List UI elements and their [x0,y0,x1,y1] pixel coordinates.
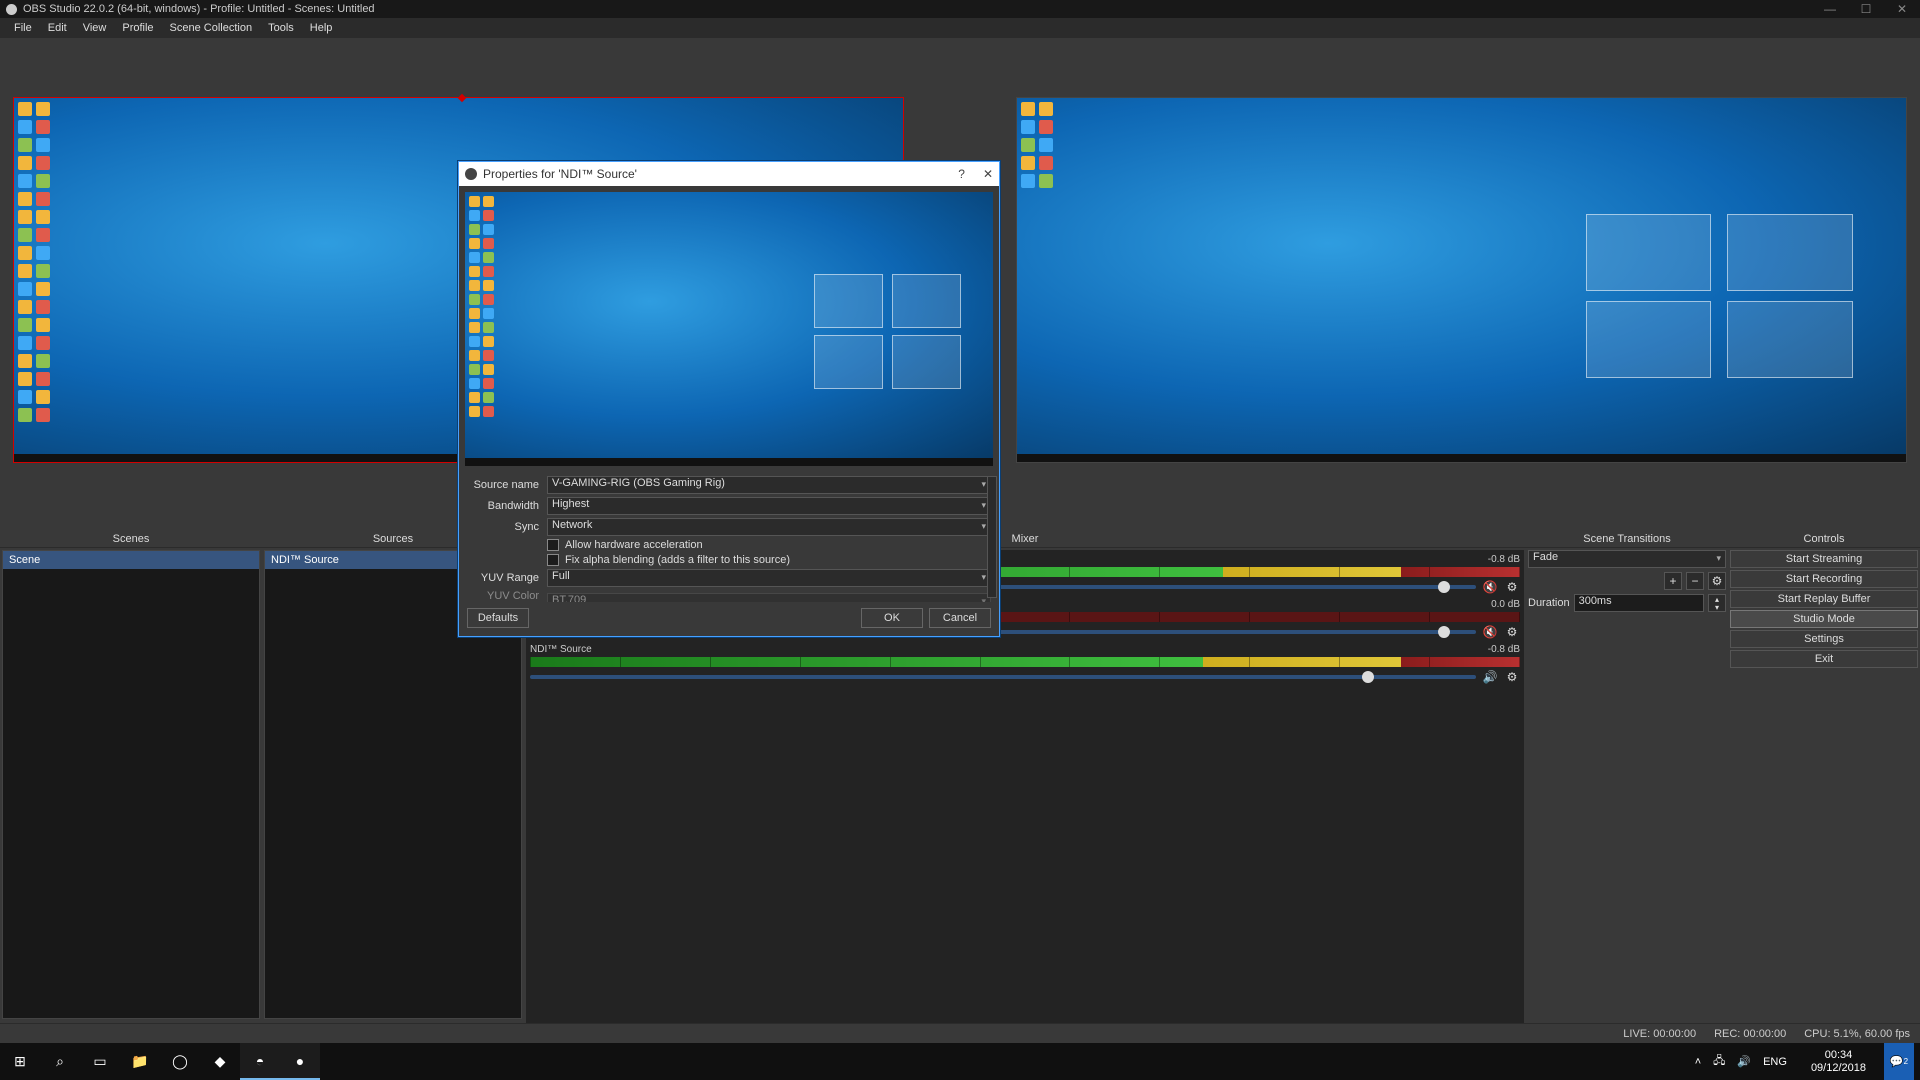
search-button[interactable]: ⌕ [40,1043,80,1080]
start-replay-button[interactable]: Start Replay Buffer [1730,590,1918,608]
obs-icon [6,4,17,15]
window-title: OBS Studio 22.0.2 (64-bit, windows) - Pr… [23,3,375,15]
hw-accel-checkbox[interactable] [547,539,559,551]
hw-accel-label: Allow hardware acceleration [565,539,703,551]
channel-name: NDI™ Source [530,644,592,655]
channel-db: -0.8 dB [1488,554,1520,565]
speaker-icon[interactable]: 🔊 [1482,669,1498,685]
menu-edit[interactable]: Edit [40,20,75,36]
dialog-preview [465,192,993,466]
controls-header: Controls [1728,530,1920,548]
dialog-titlebar[interactable]: Properties for 'NDI™ Source' ? ✕ [459,162,999,186]
scenes-list[interactable]: Scene [2,550,260,1019]
audio-meter [530,657,1520,667]
status-live: LIVE: 00:00:00 [1623,1028,1696,1040]
yuv-range-label: YUV Range [467,572,539,584]
transition-select[interactable]: Fade▾ [1528,550,1726,568]
duration-label: Duration [1528,597,1570,609]
alpha-label: Fix alpha blending (adds a filter to thi… [565,554,790,566]
preview-right[interactable] [960,38,1920,530]
transitions-header: Scene Transitions [1526,530,1728,548]
volume-slider[interactable] [530,675,1476,679]
obs-taskbar-icon[interactable]: ● [280,1043,320,1080]
transition-add-button[interactable]: + [1664,572,1682,590]
start-button[interactable]: ⊞ [0,1043,40,1080]
dialog-title: Properties for 'NDI™ Source' [483,167,637,181]
yuv-color-select[interactable]: BT.709▾ [547,593,991,602]
mute-icon[interactable]: 🔇 [1482,624,1498,640]
maximize-button[interactable]: ☐ [1848,2,1884,16]
tray-network-icon[interactable]: 🖧 [1713,1052,1725,1071]
yuv-range-select[interactable]: Full▾ [547,569,991,587]
app-icon[interactable]: ◆ [200,1043,240,1080]
properties-dialog: Properties for 'NDI™ Source' ? ✕ Source … [458,161,1000,637]
tray-chevron-icon[interactable]: ˄ [1695,1056,1701,1068]
bandwidth-select[interactable]: Highest▾ [547,497,991,515]
steam-icon[interactable]: ◓ [240,1043,280,1080]
gear-icon[interactable]: ⚙ [1504,624,1520,640]
notifications-button[interactable]: 💬2 [1884,1043,1914,1080]
explorer-icon[interactable]: 📁 [120,1043,160,1080]
menu-scene-collection[interactable]: Scene Collection [162,20,261,36]
menu-view[interactable]: View [75,20,115,36]
obs-icon [465,168,477,180]
transition-remove-button[interactable]: − [1686,572,1704,590]
close-button[interactable]: ✕ [1884,2,1920,16]
menu-profile[interactable]: Profile [114,20,161,36]
alpha-checkbox[interactable] [547,554,559,566]
window-titlebar: OBS Studio 22.0.2 (64-bit, windows) - Pr… [0,0,1920,18]
settings-button[interactable]: Settings [1730,630,1918,648]
tray-lang[interactable]: ENG [1763,1056,1787,1068]
channel-db: -0.8 dB [1488,644,1520,655]
mixer-channel-ndi: NDI™ Source -0.8 dB 🔊 ⚙ [530,644,1520,685]
dialog-help-button[interactable]: ? [958,167,965,181]
status-rec: REC: 00:00:00 [1714,1028,1786,1040]
start-recording-button[interactable]: Start Recording [1730,570,1918,588]
menu-file[interactable]: File [6,20,40,36]
channel-db: 0.0 dB [1491,599,1520,610]
scene-item[interactable]: Scene [3,551,259,569]
tray-volume-icon[interactable]: 🔊 [1737,1055,1751,1068]
source-name-label: Source name [467,479,539,491]
gear-icon[interactable]: ⚙ [1504,669,1520,685]
cancel-button[interactable]: Cancel [929,608,991,628]
yuv-color-label: YUV Color Space [467,590,539,602]
bandwidth-label: Bandwidth [467,500,539,512]
sync-select[interactable]: Network▾ [547,518,991,536]
transition-settings-button[interactable]: ⚙ [1708,572,1726,590]
ok-button[interactable]: OK [861,608,923,628]
sync-label: Sync [467,521,539,533]
exit-button[interactable]: Exit [1730,650,1918,668]
defaults-button[interactable]: Defaults [467,608,529,628]
source-name-select[interactable]: V-GAMING-RIG (OBS Gaming Rig)▾ [547,476,991,494]
status-bar: LIVE: 00:00:00 REC: 00:00:00 CPU: 5.1%, … [0,1023,1920,1043]
studio-mode-button[interactable]: Studio Mode [1730,610,1918,628]
scenes-header: Scenes [0,530,262,548]
menu-help[interactable]: Help [302,20,341,36]
scenes-panel: Scenes Scene + − ˄ ˅ [0,530,262,1043]
mute-icon[interactable]: 🔇 [1482,579,1498,595]
controls-panel: Controls Start Streaming Start Recording… [1728,530,1920,1043]
taskview-button[interactable]: ▭ [80,1043,120,1080]
minimize-button[interactable]: — [1812,2,1848,16]
menu-tools[interactable]: Tools [260,20,302,36]
dialog-close-button[interactable]: ✕ [983,167,993,181]
windows-taskbar: ⊞ ⌕ ▭ 📁 ◯ ◆ ◓ ● ˄ 🖧 🔊 ENG 00:34 09/12/20… [0,1043,1920,1080]
gear-icon[interactable]: ⚙ [1504,579,1520,595]
duration-stepper[interactable]: ▴▾ [1708,594,1726,612]
duration-input[interactable]: 300ms [1574,594,1704,612]
menubar: File Edit View Profile Scene Collection … [0,18,1920,38]
tray-clock[interactable]: 00:34 09/12/2018 [1811,1049,1866,1073]
start-streaming-button[interactable]: Start Streaming [1730,550,1918,568]
transitions-panel: Scene Transitions Fade▾ + − ⚙ Duration 3… [1526,530,1728,1043]
chrome-icon[interactable]: ◯ [160,1043,200,1080]
status-cpu: CPU: 5.1%, 60.00 fps [1804,1028,1910,1040]
